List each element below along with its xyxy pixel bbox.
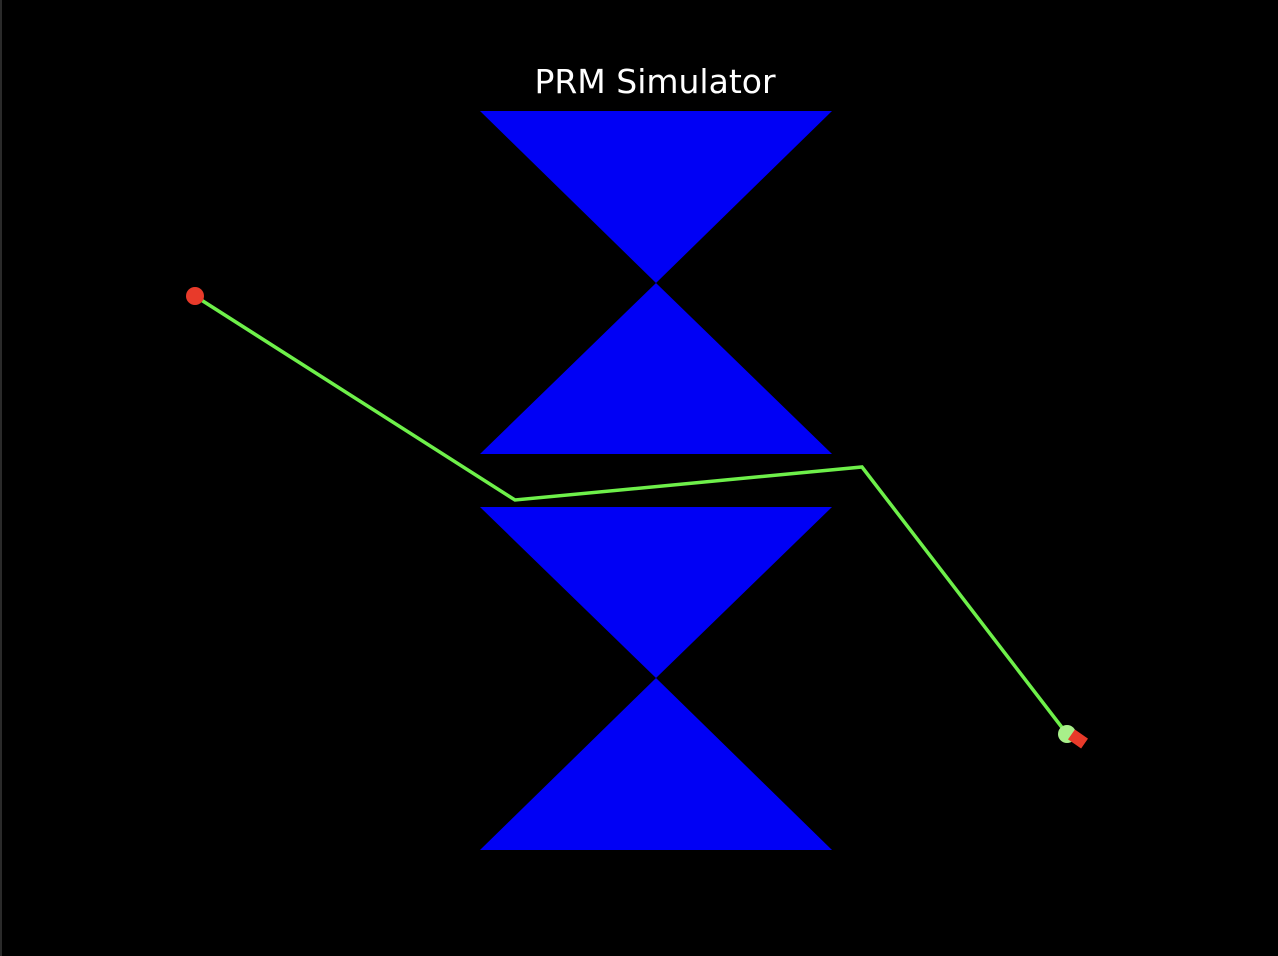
workspace-scene <box>186 111 1088 850</box>
obstacle-bottom-upper <box>480 507 832 678</box>
start-marker[interactable] <box>186 287 204 305</box>
obstacle-top-lower <box>480 283 832 454</box>
obstacle-top-upper <box>480 111 832 283</box>
simulator-canvas[interactable]: PRM Simulator <box>0 0 1278 956</box>
obstacle-bottom-lower <box>480 678 832 850</box>
